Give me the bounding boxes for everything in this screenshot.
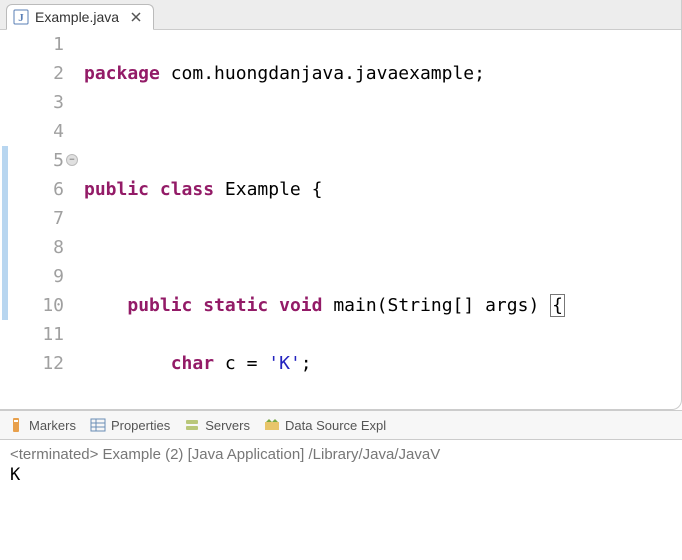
editor-tab-bar: J Example.java [0,0,681,30]
views-tab-bar: Markers Properties Servers Data Source E… [0,410,682,440]
data-source-icon [264,417,280,433]
marker-ruler [0,30,20,410]
console-output: K [10,463,672,485]
view-tab-datasource[interactable]: Data Source Expl [264,417,386,433]
tab-filename: Example.java [35,9,119,25]
properties-icon [90,417,106,433]
editor-tab-example-java[interactable]: J Example.java [6,4,154,30]
servers-icon [184,417,200,433]
console-panel: <terminated> Example (2) [Java Applicati… [0,440,682,491]
code-area[interactable]: package com.huongdanjava.javaexample; pu… [76,30,681,410]
line-number-gutter: 1 2 3 4 5 6 7 8 9 10 11 12 − [20,30,76,410]
markers-icon [8,417,24,433]
close-tab-icon[interactable] [129,10,143,24]
view-tab-markers[interactable]: Markers [8,417,76,433]
svg-text:J: J [18,12,24,24]
view-tab-properties[interactable]: Properties [90,417,170,433]
view-tab-servers[interactable]: Servers [184,417,250,433]
java-file-icon: J [13,9,29,25]
console-status-line: <terminated> Example (2) [Java Applicati… [10,446,672,463]
code-editor[interactable]: 1 2 3 4 5 6 7 8 9 10 11 12 − package com… [0,30,681,410]
